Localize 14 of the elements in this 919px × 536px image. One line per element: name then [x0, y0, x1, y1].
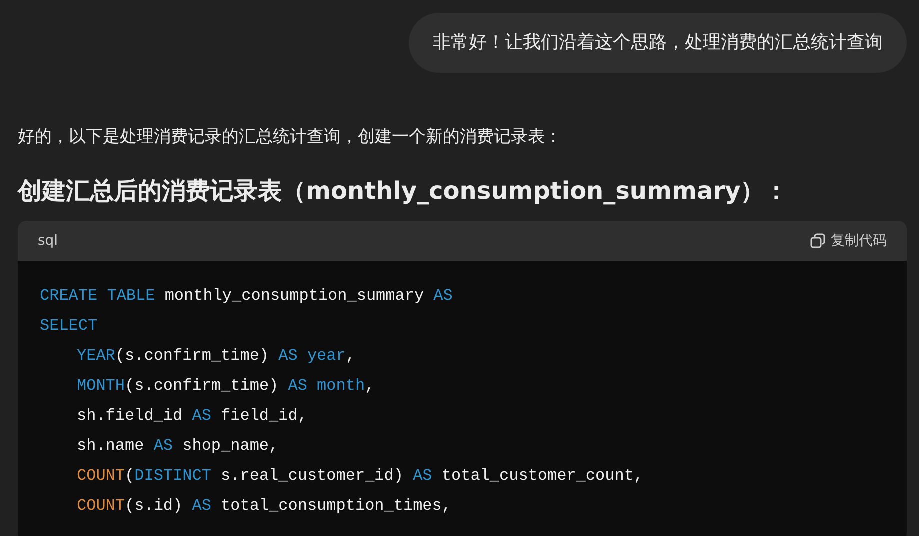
code-language: sql — [38, 233, 58, 249]
code-line: COUNT(DISTINCT s.real_customer_id) AS total_customer_count, — [77, 466, 644, 487]
copy-code-button[interactable]: 复制代码 — [810, 232, 887, 250]
code-line: CREATE TABLE monthly_consumption_summary AS — [40, 286, 453, 307]
code-line: sh.field_id AS field_id, — [77, 406, 308, 427]
code-line: sh.name AS shop_name, — [77, 436, 279, 457]
user-message: 非常好！让我们沿着这个思路，处理消费的汇总统计查询 — [409, 13, 907, 73]
code-line: YEAR(s.confirm_time) AS year, — [77, 346, 356, 367]
reply-paragraph: 好的，以下是处理消费记录的汇总统计查询，创建一个新的消费记录表： — [18, 126, 563, 149]
code-line: COUNT(s.id) AS total_consumption_times, — [77, 496, 452, 517]
section-heading: 创建汇总后的消费记录表（monthly_consumption_summary）： — [18, 176, 790, 207]
code-line: MONTH(s.confirm_time) AS month, — [77, 376, 375, 397]
copy-icon — [810, 233, 826, 249]
code-line: SELECT — [40, 316, 98, 337]
